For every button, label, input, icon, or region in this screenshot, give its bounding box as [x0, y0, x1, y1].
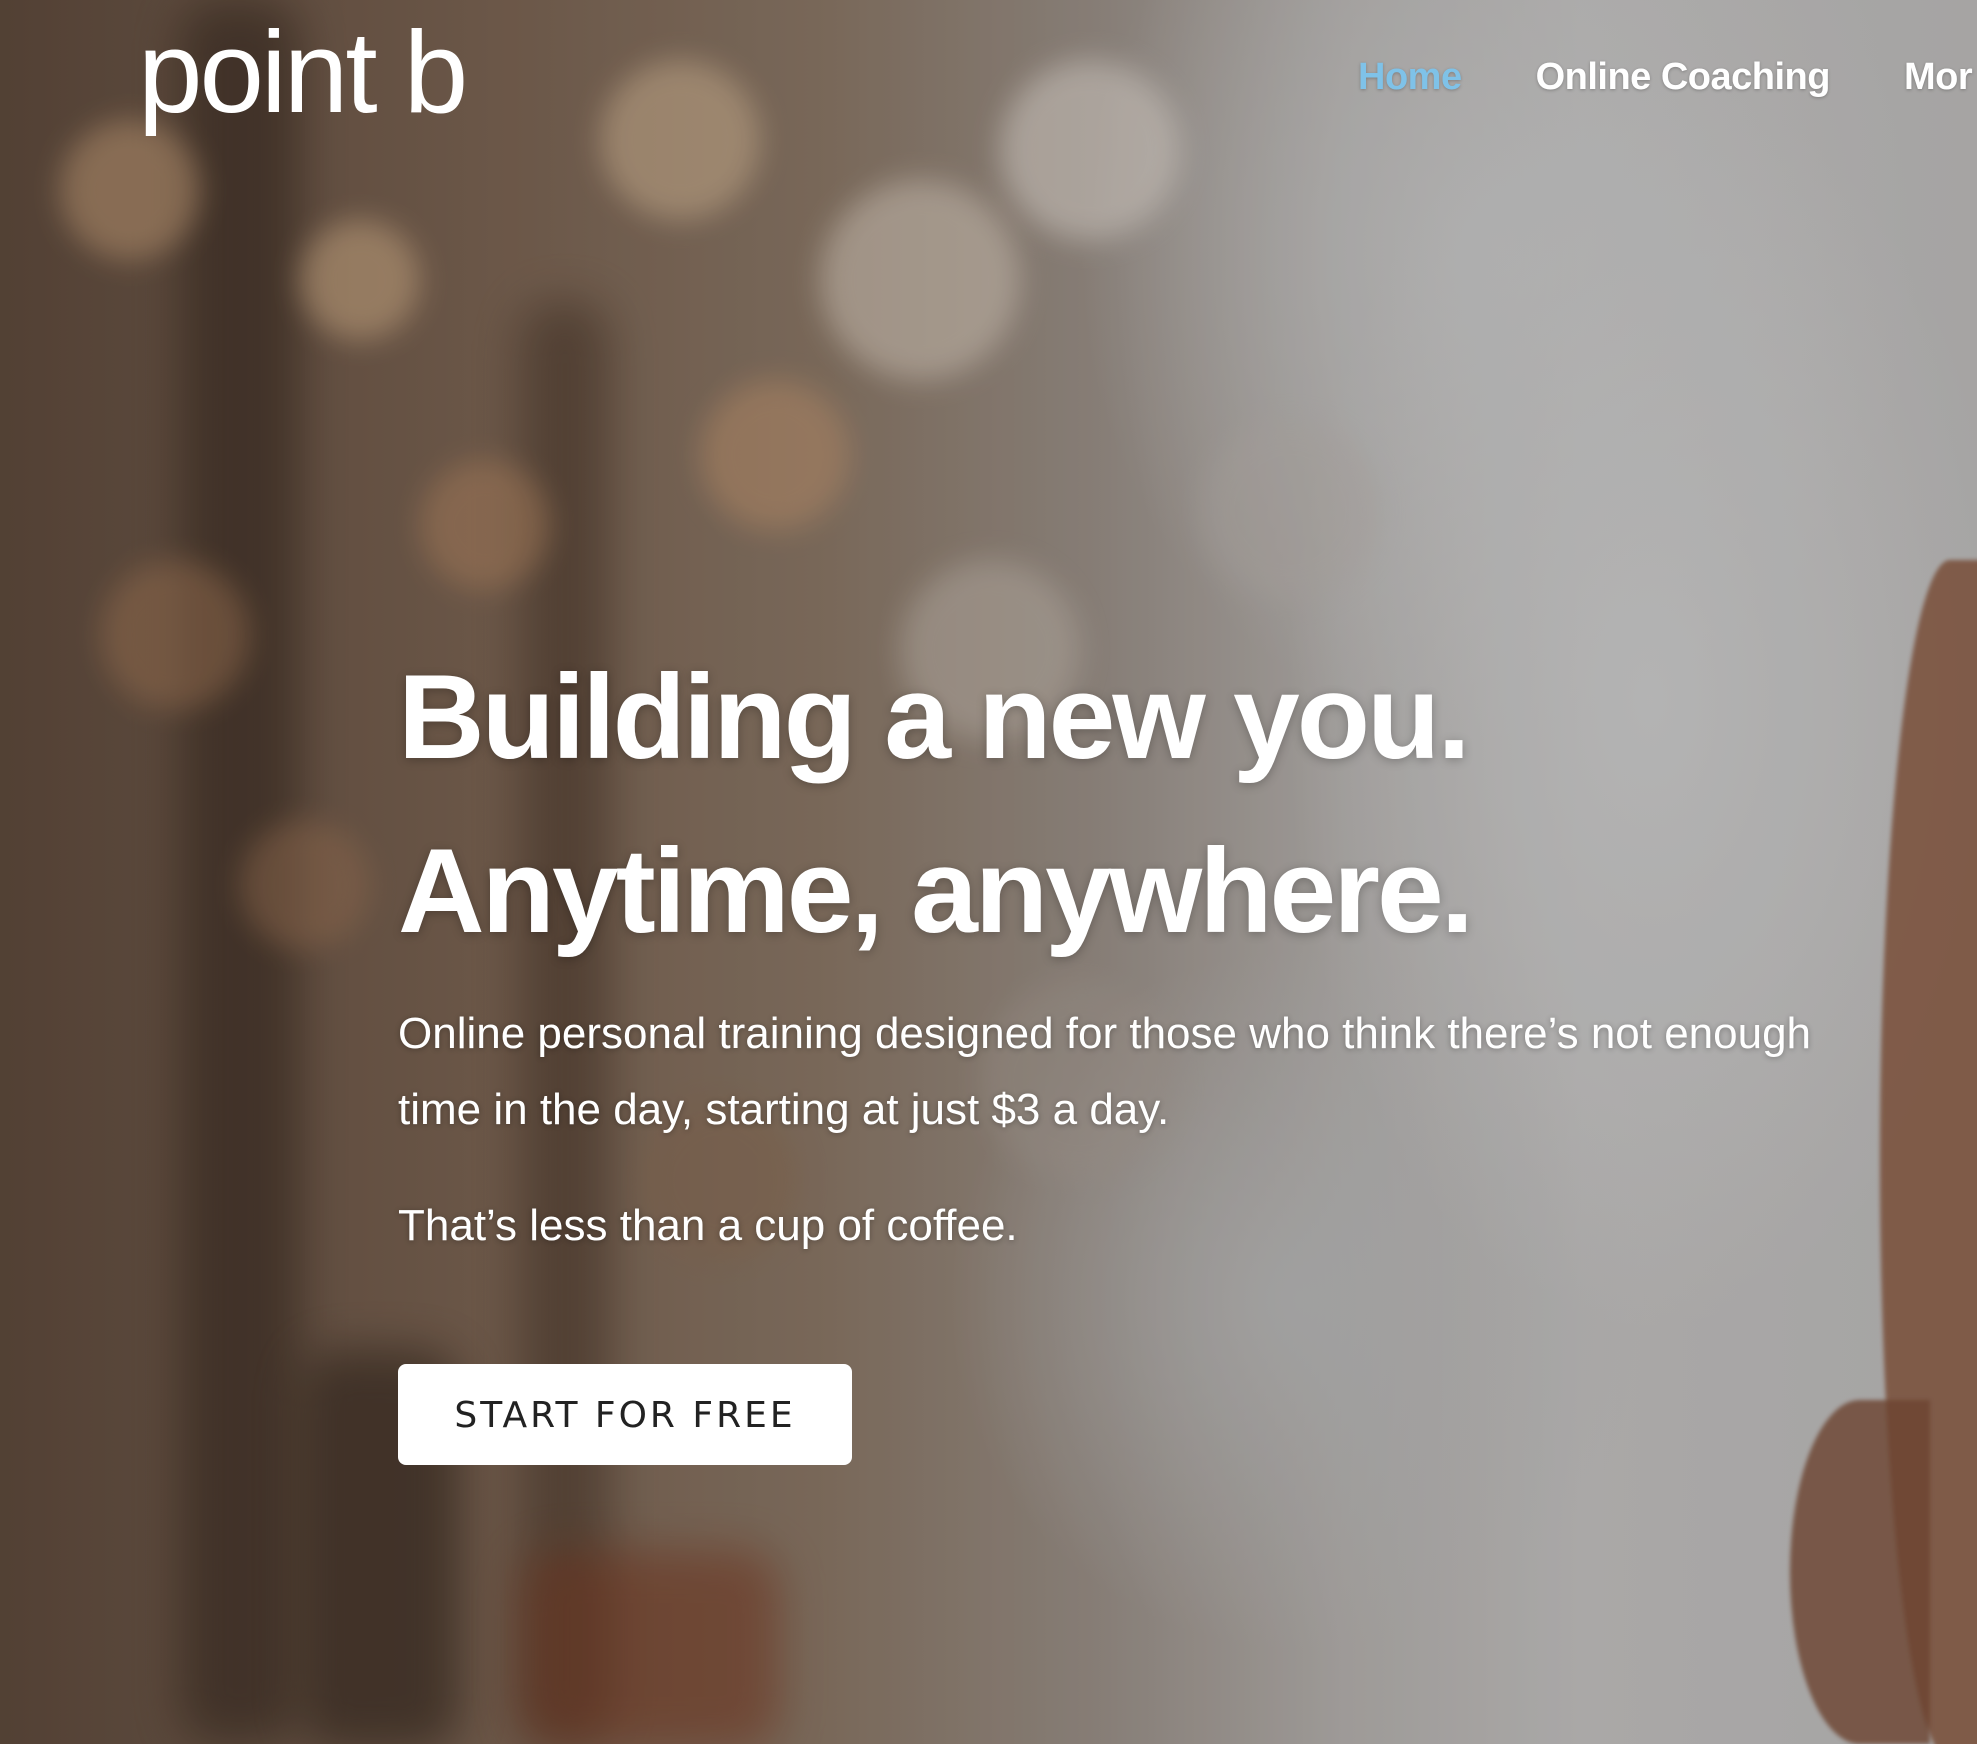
hero-headline-line-2: Anytime, anywhere. [398, 824, 1474, 958]
nav-link-more[interactable]: Mor [1904, 56, 1973, 99]
site-logo[interactable]: point b [138, 14, 468, 130]
nav-link-home[interactable]: Home [1358, 56, 1462, 99]
hero-tagline: That’s less than a cup of coffee. [398, 1201, 1018, 1250]
start-for-free-button[interactable]: START FOR FREE [398, 1364, 852, 1465]
hero-description: Online personal training designed for th… [398, 1009, 1812, 1134]
site-header: point b Home Online Coaching Mor [0, 0, 1977, 170]
hero-section: Building a new you. Anytime, anywhere. O… [398, 630, 1848, 1465]
main-navigation: Home Online Coaching Mor [1358, 56, 1973, 99]
hero-headline-line-1: Building a new you. [398, 650, 1471, 784]
hero-headline: Building a new you. Anytime, anywhere. [398, 630, 1848, 978]
nav-link-online-coaching[interactable]: Online Coaching [1536, 56, 1831, 99]
